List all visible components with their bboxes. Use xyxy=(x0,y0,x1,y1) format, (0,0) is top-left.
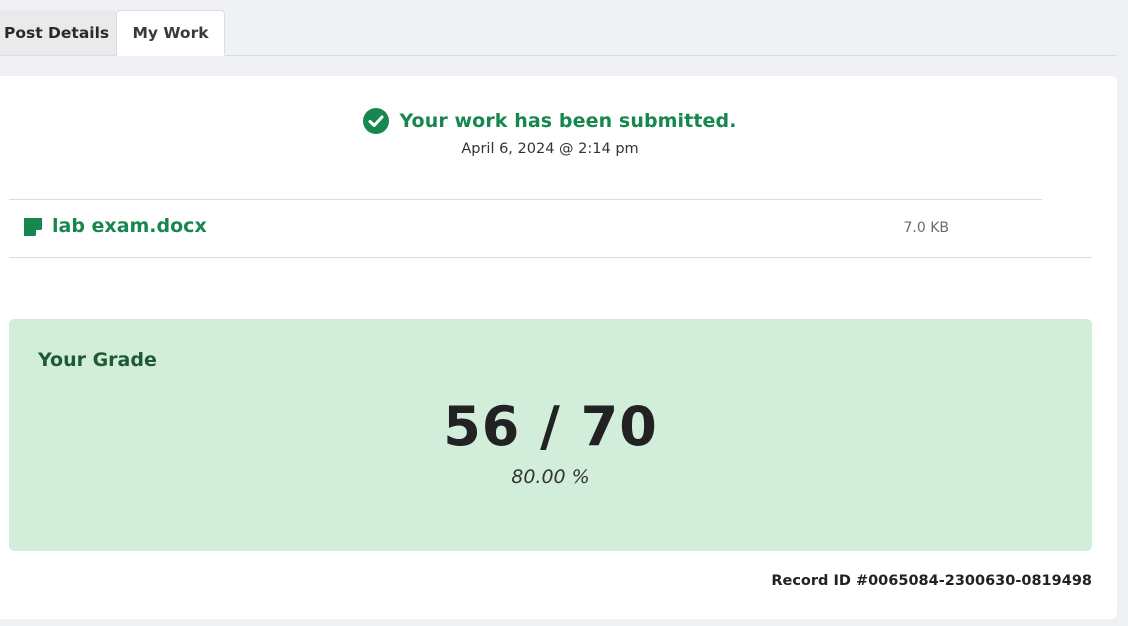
record-id: Record ID #0065084-2300630-0819498 xyxy=(771,573,1092,589)
submission-status: Your work has been submitted. April 6, 2… xyxy=(0,108,1100,157)
document-icon xyxy=(24,218,42,236)
attachment-size: 7.0 KB xyxy=(903,220,950,236)
check-circle-icon xyxy=(363,108,390,134)
tab-bar: Post Details My Work xyxy=(0,0,1117,56)
grade-percent: 80.00 % xyxy=(511,466,590,488)
submission-date: April 6, 2024 @ 2:14 pm xyxy=(461,141,639,157)
attachment-row: lab exam.docx 7.0 KB xyxy=(9,199,1092,258)
submission-status-text: Your work has been submitted. xyxy=(399,110,737,132)
grade-title: Your Grade xyxy=(38,349,157,371)
my-work-panel: Your work has been submitted. April 6, 2… xyxy=(0,76,1117,619)
tab-post-details[interactable]: Post Details xyxy=(0,10,116,55)
grade-panel: Your Grade 56 / 70 80.00 % xyxy=(9,319,1092,551)
grade-score: 56 / 70 xyxy=(443,395,658,458)
tab-my-work[interactable]: My Work xyxy=(116,10,225,56)
submission-status-line: Your work has been submitted. xyxy=(363,108,736,134)
attachment-link[interactable]: lab exam.docx xyxy=(52,215,207,237)
